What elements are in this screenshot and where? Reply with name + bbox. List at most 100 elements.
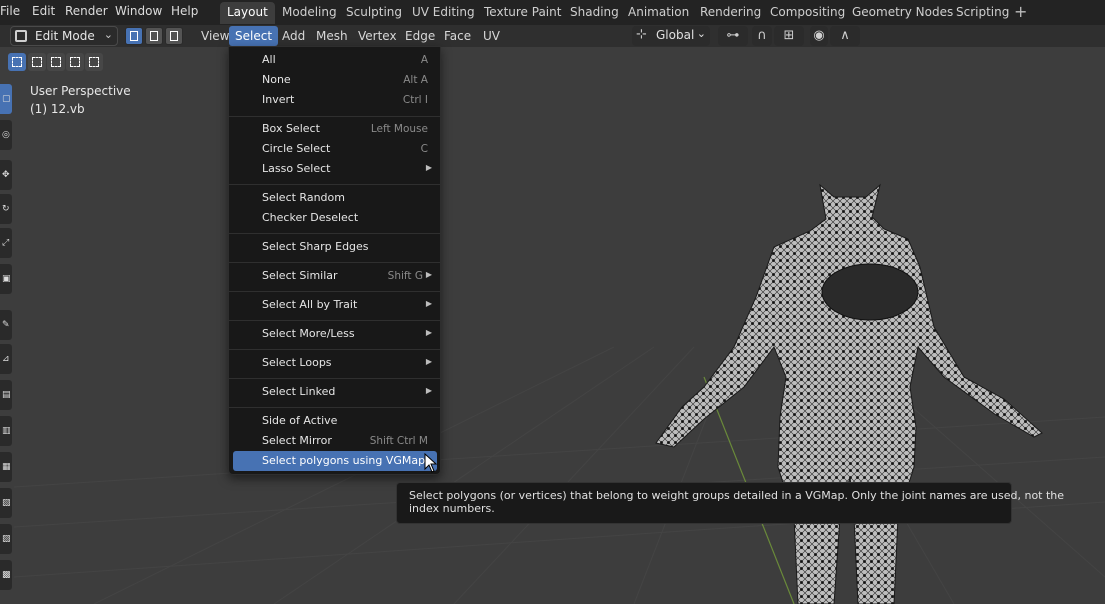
mesh-model[interactable] (655, 183, 1043, 604)
orientation-icon: ⊹ (636, 27, 647, 42)
loop-cut-tool-icon[interactable]: ▨ (0, 524, 12, 554)
measure-tool-icon[interactable]: ⊿ (0, 344, 12, 374)
transform-orientation-selector[interactable]: ⊹ Global ⌄ (632, 26, 710, 46)
pivot-point-icon[interactable]: ⊶ (718, 26, 748, 46)
menu-item-shortcut: Ctrl I (402, 94, 428, 106)
menu-item-label: Box Select (262, 122, 320, 135)
viewport-header: Edit Mode ⌄ View Select Add Mesh Vertex … (0, 25, 1105, 47)
menu-help[interactable]: Help (171, 0, 198, 25)
menu-separator (229, 407, 440, 408)
snap-magnet-icon[interactable]: ∩ (752, 26, 772, 46)
tooltip-text-line1: Select polygons (or vertices) that belon… (409, 489, 1065, 502)
tab-geometry-nodes[interactable]: Geometry Nodes (845, 2, 960, 24)
menu-window[interactable]: Window (115, 0, 162, 25)
menu-item-label: Select Similar (262, 269, 338, 282)
mode-selector[interactable]: Edit Mode ⌄ (10, 26, 118, 46)
tooltip: Select polygons (or vertices) that belon… (396, 482, 1064, 524)
edit-mode-icon (15, 30, 27, 42)
menu-item-select-polygons-vgmap[interactable]: Select polygons using VGMap (233, 451, 437, 471)
transform-tool-icon[interactable]: ▣ (0, 264, 12, 294)
edge-select-mode-button[interactable] (145, 27, 163, 45)
inset-tool-icon[interactable]: ▦ (0, 452, 12, 482)
bevel-tool-icon[interactable]: ▧ (0, 488, 12, 518)
menu-file[interactable]: File (0, 0, 20, 25)
menu-item-shortcut: Alt A (403, 74, 428, 86)
tab-scripting[interactable]: Scripting (949, 2, 1016, 24)
face-select-mode-button[interactable] (165, 27, 183, 45)
knife-tool-icon[interactable]: ▩ (0, 560, 12, 590)
tooltip-text-line2: index numbers. (409, 502, 495, 515)
header-menu-mesh[interactable]: Mesh (310, 26, 354, 46)
header-menu-select[interactable]: Select (229, 26, 279, 46)
menu-edit[interactable]: Edit (32, 0, 55, 25)
vertex-select-mode-button[interactable] (125, 27, 143, 45)
cursor-tool-icon[interactable]: ◎ (0, 120, 12, 150)
mode-label: Edit Mode (35, 29, 95, 43)
annotate-tool-icon[interactable]: ✎ (0, 310, 12, 340)
menu-separator (229, 116, 440, 117)
tab-layout[interactable]: Layout (220, 2, 275, 24)
menu-separator (229, 349, 440, 350)
extrude-tool-icon[interactable]: ▥ (0, 416, 12, 446)
menu-item-label: Select Sharp Edges (262, 240, 369, 253)
tab-shading[interactable]: Shading (563, 2, 626, 24)
tab-uv-editing[interactable]: UV Editing (405, 2, 482, 24)
header-menu-edge[interactable]: Edge (399, 26, 441, 46)
header-menu-face[interactable]: Face (438, 26, 477, 46)
submenu-arrow-icon: ▶ (425, 357, 432, 366)
menu-item-checker-deselect[interactable]: Checker Deselect (233, 208, 437, 228)
menu-item-shortcut: Left Mouse (370, 123, 428, 135)
top-menu-bar: File Edit Render Window Help Layout Mode… (0, 0, 1105, 25)
tab-animation[interactable]: Animation (621, 2, 696, 24)
viewport-object-label: (1) 12.vb (30, 102, 85, 116)
menu-item-shortcut: Shift Ctrl M (369, 435, 428, 447)
tab-sculpting[interactable]: Sculpting (339, 2, 409, 24)
tab-compositing[interactable]: Compositing (763, 2, 852, 24)
submenu-arrow-icon: ▶ (425, 270, 432, 279)
menu-item-select-mirror[interactable]: Select Mirror Shift Ctrl M (233, 431, 437, 451)
proportional-editing-icon[interactable]: ◉ (810, 26, 828, 46)
menu-item-select-sharp-edges[interactable]: Select Sharp Edges (233, 237, 437, 257)
scale-tool-icon[interactable]: ⤢ (0, 228, 12, 258)
menu-item-label: Select polygons using VGMap (262, 454, 426, 467)
add-cube-tool-icon[interactable]: ▤ (0, 380, 12, 410)
menu-item-label: Select Mirror (262, 434, 332, 447)
menu-item-box-select[interactable]: Box Select Left Mouse (233, 119, 437, 139)
menu-item-label: Select Loops (262, 356, 332, 369)
menu-item-circle-select[interactable]: Circle Select C (233, 139, 437, 159)
menu-item-select-linked[interactable]: Select Linked ▶ (233, 382, 437, 402)
menu-item-shortcut: C (420, 143, 428, 155)
tab-texture-paint[interactable]: Texture Paint (477, 2, 568, 24)
floor-grid (14, 346, 1105, 604)
tab-rendering[interactable]: Rendering (693, 2, 768, 24)
header-menu-add[interactable]: Add (276, 26, 311, 46)
rotate-tool-icon[interactable]: ↻ (0, 194, 12, 224)
select-box-tool-icon[interactable]: ▢ (0, 84, 12, 114)
header-menu-uv[interactable]: UV (477, 26, 506, 46)
menu-item-label: All (262, 53, 276, 66)
menu-item-select-similar[interactable]: Select Similar Shift G ▶ (233, 266, 437, 286)
menu-item-select-random[interactable]: Select Random (233, 188, 437, 208)
menu-render[interactable]: Render (65, 0, 108, 25)
submenu-arrow-icon: ▶ (425, 386, 432, 395)
menu-item-label: Side of Active (262, 414, 338, 427)
menu-item-all[interactable]: All A (233, 50, 437, 70)
tab-modeling[interactable]: Modeling (275, 2, 344, 24)
header-menu-vertex[interactable]: Vertex (352, 26, 403, 46)
menu-separator (229, 184, 440, 185)
menu-item-lasso-select[interactable]: Lasso Select ▶ (233, 159, 437, 179)
menu-item-select-loops[interactable]: Select Loops ▶ (233, 353, 437, 373)
menu-item-select-all-by-trait[interactable]: Select All by Trait ▶ (233, 295, 437, 315)
menu-item-side-of-active[interactable]: Side of Active (233, 411, 437, 431)
menu-item-none[interactable]: None Alt A (233, 70, 437, 90)
select-menu-dropdown: All A None Alt A Invert Ctrl I Box Selec… (228, 46, 441, 475)
add-workspace-icon[interactable]: + (1014, 2, 1027, 21)
move-tool-icon[interactable]: ✥ (0, 160, 12, 190)
falloff-curve-icon[interactable]: ∧ (830, 26, 860, 46)
menu-item-label: Circle Select (262, 142, 331, 155)
snap-target-icon[interactable]: ⊞ (774, 26, 804, 46)
menu-item-shortcut: A (420, 54, 428, 66)
menu-item-invert[interactable]: Invert Ctrl I (233, 90, 437, 110)
menu-item-label: Select More/Less (262, 327, 355, 340)
menu-item-select-more-less[interactable]: Select More/Less ▶ (233, 324, 437, 344)
